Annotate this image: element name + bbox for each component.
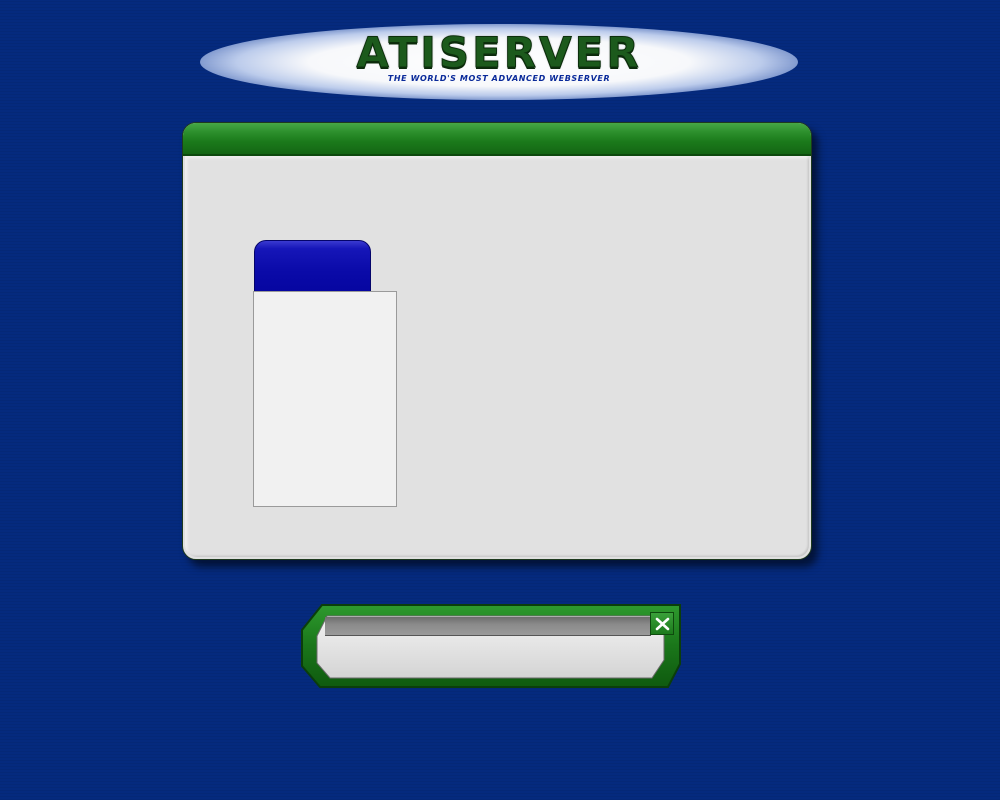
dialog-input-bar[interactable]: [325, 617, 651, 636]
logo-tagline: THE WORLD'S MOST ADVANCED WEBSERVER: [387, 74, 611, 83]
logo: ATISERVER THE WORLD'S MOST ADVANCED WEBS…: [200, 24, 798, 100]
main-window-titlebar[interactable]: [183, 123, 811, 156]
panel-tab[interactable]: [254, 240, 371, 294]
main-window-body: [185, 156, 809, 557]
logo-title: ATISERVER: [356, 28, 642, 77]
main-window: [182, 122, 812, 560]
close-button[interactable]: [650, 612, 674, 635]
close-icon: [655, 617, 670, 631]
panel-content-box: [253, 291, 397, 507]
bottom-dialog: [300, 604, 682, 688]
